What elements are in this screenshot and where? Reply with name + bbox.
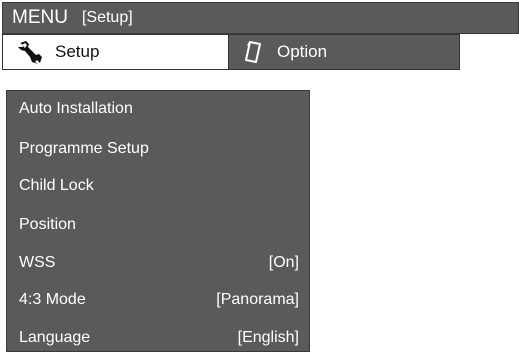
menu-item-auto-installation[interactable]: Auto Installation <box>7 92 309 126</box>
menu-item-label: Language <box>19 329 91 346</box>
tab-row: Setup Option <box>2 34 460 70</box>
wrench-icon <box>17 40 43 64</box>
tab-setup-label: Setup <box>55 42 100 61</box>
menu-item-label: Position <box>19 216 76 233</box>
menu-item-label: WSS <box>19 254 56 271</box>
setup-menu-panel: Auto Installation Programme Setup Child … <box>6 90 310 352</box>
menu-item-label: Child Lock <box>19 177 94 194</box>
menu-item-value: [Panorama] <box>216 291 299 308</box>
tab-option-label: Option <box>277 42 328 61</box>
menu-item-label: 4:3 Mode <box>19 291 86 308</box>
menu-item-value: [English] <box>237 329 299 346</box>
tab-option[interactable]: Option <box>229 34 460 70</box>
menu-item-4-3-mode[interactable]: 4:3 Mode [Panorama] <box>7 283 309 317</box>
menu-item-language[interactable]: Language [English] <box>7 321 309 355</box>
menu-item-label: Programme Setup <box>19 140 149 157</box>
menu-item-child-lock[interactable]: Child Lock <box>7 169 309 203</box>
menu-item-label: Auto Installation <box>19 100 133 117</box>
tab-setup[interactable]: Setup <box>2 34 229 70</box>
menu-item-programme-setup[interactable]: Programme Setup <box>7 132 309 166</box>
menu-item-position[interactable]: Position <box>7 208 309 242</box>
menu-subtitle: [Setup] <box>81 9 133 26</box>
menu-title: MENU <box>12 7 68 28</box>
menu-item-wss[interactable]: WSS [On] <box>7 246 309 280</box>
menu-item-value: [On] <box>268 254 299 271</box>
title-bar: MENU [Setup] <box>2 2 519 34</box>
card-icon <box>245 41 261 63</box>
